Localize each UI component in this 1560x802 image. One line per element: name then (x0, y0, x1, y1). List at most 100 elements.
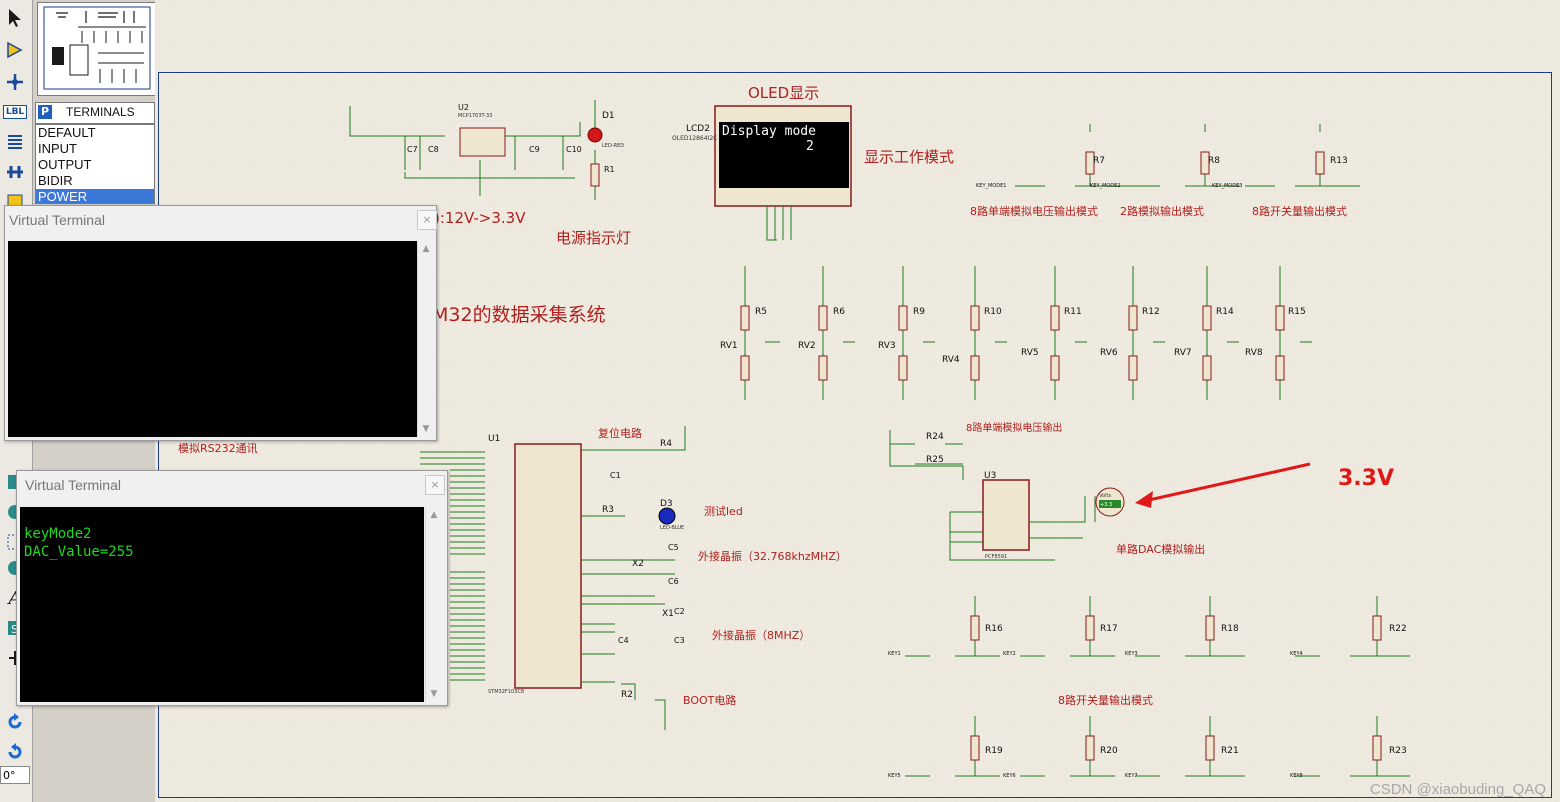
terminals-header: P TERMINALS (35, 102, 155, 124)
terminal-item-power[interactable]: POWER (36, 189, 154, 203)
power-led-label: 电源指示灯 (556, 229, 632, 247)
r9-label: R9 (913, 307, 925, 317)
boot-label: BOOT电路 (683, 694, 737, 707)
adc-u3[interactable] (982, 479, 1030, 551)
terminal2-scrollbar[interactable]: ▲ ▼ (425, 507, 444, 702)
r12-label: R12 (1142, 307, 1160, 317)
terminals-list[interactable]: DEFAULT INPUT OUTPUT BIDIR POWER (35, 124, 155, 204)
rv1-label: RV1 (720, 341, 738, 351)
rv5-label: RV5 (1021, 348, 1039, 358)
key-mode3-label: KEY_MODE3 (1212, 183, 1243, 189)
terminal-item-default[interactable]: DEFAULT (36, 125, 154, 141)
rotation-input[interactable]: 0° (0, 766, 30, 784)
u2-ref: U2 (458, 103, 469, 112)
r25-label: R25 (926, 455, 944, 465)
volts-label: Volts (1099, 493, 1112, 499)
terminal-item-output[interactable]: OUTPUT (36, 157, 154, 173)
lcd-ref: LCD2 (686, 124, 710, 134)
r15-label: R15 (1288, 307, 1306, 317)
pick-badge[interactable]: P (38, 105, 52, 119)
rotate-clockwise-icon[interactable] (2, 710, 28, 734)
terminal1-close-button[interactable]: × (417, 210, 437, 230)
r5-label: R5 (755, 307, 767, 317)
mode3-label: 8路开关量输出模式 (1252, 205, 1347, 218)
switch8-label: 8路开关量输出模式 (1058, 694, 1153, 707)
r11-label: R11 (1064, 307, 1082, 317)
r21-label: R21 (1221, 746, 1239, 756)
x2-ref: X2 (632, 559, 644, 569)
c1-label: C1 (610, 471, 621, 480)
r22-label: R22 (1389, 624, 1407, 634)
terminal2-line-2: DAC_Value=255 (24, 544, 134, 560)
terminal2-line-1: keyMode2 (24, 526, 92, 542)
d1-ref: D1 (602, 111, 615, 121)
rv4-label: RV4 (942, 355, 960, 365)
resistor-r1[interactable] (590, 163, 600, 187)
c9-label: C9 (529, 145, 540, 154)
terminal1-screen[interactable] (8, 241, 417, 437)
r19-label: R19 (985, 746, 1003, 756)
key1-label: KEY1 (888, 651, 901, 657)
key3-label: KEY3 (1125, 651, 1138, 657)
volts-value: +3.3 (1100, 502, 1113, 508)
r1-label: R1 (604, 165, 615, 174)
terminal2-screen[interactable]: keyMode2 DAC_Value=255 (20, 507, 424, 702)
power-led-d1[interactable] (587, 127, 603, 143)
osc1-label: 外接晶振（32.768khzMHZ） (698, 550, 847, 563)
c3-label: C3 (674, 636, 685, 645)
bus-tool-icon[interactable] (2, 160, 28, 184)
voltage-callout: 3.3V (1338, 466, 1394, 491)
terminal2-close-button[interactable]: × (425, 475, 445, 495)
r8-label: R8 (1208, 156, 1220, 166)
test-led-d3[interactable] (658, 507, 676, 525)
scroll-down-icon[interactable]: ▼ (421, 425, 431, 434)
terminal1-title: Virtual Terminal (9, 212, 105, 228)
regulator-u2[interactable] (459, 127, 506, 157)
junction-tool-icon[interactable] (2, 70, 28, 94)
key-mode1-label: KEY_MODE1 (976, 183, 1007, 189)
lcd-line2: 2 (806, 139, 814, 154)
scroll-up-icon[interactable]: ▲ (421, 245, 431, 254)
osc2-label: 外接晶振（8MHZ） (712, 629, 811, 642)
c10-label: C10 (566, 145, 582, 154)
system-title: M32的数据采集系统 (432, 304, 606, 326)
label-tool[interactable]: LBL (2, 100, 28, 124)
u2-part: MCP1703T-33 (458, 113, 493, 119)
r23-label: R23 (1389, 746, 1407, 756)
key5-label: KEY5 (888, 773, 901, 779)
reset-label: 复位电路 (598, 427, 642, 440)
scroll-up-icon[interactable]: ▲ (429, 511, 439, 520)
selection-tool-icon[interactable] (2, 6, 28, 30)
r13-label: R13 (1330, 156, 1348, 166)
test-led-label: 测试led (704, 505, 743, 518)
c4-label: C4 (618, 636, 629, 645)
mode2-label: 2路模拟输出模式 (1120, 205, 1204, 218)
c2-label: C2 (674, 607, 685, 616)
r24-label: R24 (926, 432, 944, 442)
d1-part: LED-RED (602, 143, 625, 149)
watermark: CSDN @xiaobuding_QAQ (1369, 781, 1546, 798)
terminal-item-input[interactable]: INPUT (36, 141, 154, 157)
key4-label: KEY4 (1290, 651, 1303, 657)
rv6-label: RV6 (1100, 348, 1118, 358)
label-tool-text: LBL (2, 105, 28, 119)
scroll-down-icon[interactable]: ▼ (429, 690, 439, 699)
terminal-item-bidir[interactable]: BIDIR (36, 173, 154, 189)
oled-title: OLED显示 (748, 84, 820, 102)
virtual-terminal-1[interactable]: Virtual Terminal × ▲ ▼ (4, 205, 437, 441)
rv8-label: RV8 (1245, 348, 1263, 358)
c5-label: C5 (668, 543, 679, 552)
key8-label: KEY8 (1290, 773, 1303, 779)
rv2-label: RV2 (798, 341, 816, 351)
rotate-anticlockwise-icon[interactable] (2, 740, 28, 764)
u3-ref: U3 (984, 471, 997, 481)
r16-label: R16 (985, 624, 1003, 634)
text-script-tool-icon[interactable] (2, 130, 28, 154)
c7-label: C7 (407, 145, 418, 154)
virtual-terminal-2[interactable]: Virtual Terminal × keyMode2 DAC_Value=255… (16, 470, 448, 706)
mcu-u1[interactable] (514, 443, 582, 689)
terminal1-scrollbar[interactable]: ▲ ▼ (417, 241, 434, 437)
overview-window[interactable] (37, 2, 157, 96)
r2-label: R2 (621, 690, 633, 700)
component-tool-icon[interactable] (2, 38, 28, 62)
